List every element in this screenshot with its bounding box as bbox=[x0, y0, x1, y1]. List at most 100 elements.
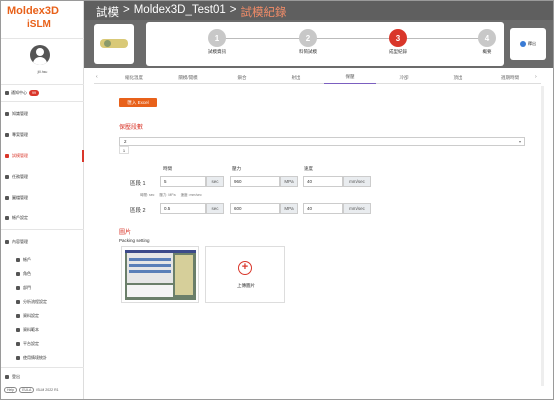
time-unit: sec bbox=[206, 176, 224, 187]
stage-2-time-input[interactable]: 0.5 bbox=[160, 203, 206, 214]
step-4-label: 概要 bbox=[482, 49, 492, 54]
help-button[interactable]: Help bbox=[4, 387, 18, 393]
sidebar-item-accounts[interactable]: 帳戶 bbox=[1, 254, 84, 266]
sidebar-item-label: 部門 bbox=[23, 285, 31, 290]
upload-image-button[interactable]: + 上傳圖片 bbox=[205, 246, 285, 303]
sidebar-item-data-settings[interactable]: 資料設定 bbox=[1, 310, 84, 322]
folder-icon bbox=[5, 133, 9, 137]
eula-button[interactable]: EULA bbox=[19, 387, 35, 393]
divider bbox=[1, 367, 84, 368]
sidebar-item-label: 平台設定 bbox=[23, 341, 39, 346]
images-title: 圖片 bbox=[119, 230, 132, 236]
stage-1-speed-input[interactable]: 40 bbox=[303, 176, 343, 187]
hint-pressure: 壓力: MPa bbox=[159, 193, 176, 197]
plus-circle-icon: + bbox=[238, 261, 252, 275]
sidebar-item-account-settings[interactable]: 帳戶設定 bbox=[1, 212, 84, 224]
sidebar-item-label: 分析流程設定 bbox=[23, 299, 47, 304]
stage-1-pressure-input[interactable]: 960 bbox=[230, 176, 280, 187]
tab-ejection[interactable]: 頂出 bbox=[432, 71, 484, 84]
step-4-circle[interactable]: 4 bbox=[478, 29, 496, 47]
step-3-circle[interactable]: 3 bbox=[389, 29, 407, 47]
sidebar-item-label: 任務管理 bbox=[12, 174, 28, 179]
stage-1-time-input[interactable]: 5 bbox=[160, 176, 206, 187]
sidebar-item-usage-stats[interactable]: 使用情境統計 bbox=[1, 352, 84, 364]
tab-bar: ‹ 縮化溫度 關模/開模 鎖合 射出 保壓 冷卻 頂出 週期時間 › bbox=[94, 71, 541, 84]
breadcrumb-trial[interactable]: 試模 bbox=[96, 4, 119, 20]
col-speed-header: 速度 bbox=[304, 166, 313, 171]
sidebar-item-workflow[interactable]: 分析流程設定 bbox=[1, 296, 84, 308]
sidebar-item-platform-settings[interactable]: 平台設定 bbox=[1, 338, 84, 350]
sidebar-item-trial-mold[interactable]: 試模管理 bbox=[1, 150, 84, 162]
content-scrollbar[interactable] bbox=[541, 86, 544, 386]
import-excel-button[interactable]: 匯入 Excel bbox=[119, 98, 157, 107]
tab-scroll-left-icon[interactable]: ‹ bbox=[96, 74, 98, 80]
checklist-icon bbox=[5, 175, 9, 179]
sidebar-item-projects[interactable]: 專案管理 bbox=[1, 129, 84, 141]
chart-icon bbox=[5, 196, 9, 200]
sidebar-item-label: 圖檔管理 bbox=[12, 195, 28, 200]
breadcrumb-current: 試模紀錄 bbox=[240, 7, 287, 19]
release-button[interactable]: 釋出 bbox=[510, 28, 546, 60]
brand-sublogo: iSLM bbox=[27, 19, 51, 30]
packing-stages-select[interactable]: 2 ▾ bbox=[119, 137, 525, 146]
hint-time: 時間: sec bbox=[140, 193, 155, 197]
user-name: jill.hsu bbox=[37, 70, 48, 74]
sidebar-item-label: 專案管理 bbox=[12, 132, 28, 137]
stage-1-label: 區段 1 bbox=[130, 181, 146, 187]
packing-setting-image[interactable] bbox=[121, 246, 199, 303]
sidebar-item-label: 角色 bbox=[23, 271, 31, 276]
sidebar-item-label: 資料範本 bbox=[23, 327, 39, 332]
pressure-unit: MPa bbox=[280, 176, 298, 187]
version-label: iSLM 2022 R1 bbox=[36, 388, 59, 392]
page-header: 試模 > Moldex3D_Test01 > 試模紀錄 bbox=[84, 1, 553, 20]
stepper-track bbox=[217, 38, 494, 39]
stage-2-speed-input[interactable]: 40 bbox=[303, 203, 343, 214]
divider bbox=[1, 229, 84, 230]
units-hint: 時間: sec 壓力: MPa 速度: mm/sec bbox=[140, 193, 202, 198]
stage-2-pressure-input[interactable]: 600 bbox=[230, 203, 280, 214]
speed-unit: mm/sec bbox=[343, 203, 371, 214]
logout-icon bbox=[5, 375, 9, 379]
sidebar-item-label: 知識管理 bbox=[12, 111, 28, 116]
sidebar-item-label: 內容管理 bbox=[12, 239, 28, 244]
col-time-header: 時間 bbox=[163, 166, 172, 171]
dropdown-option[interactable]: 1 bbox=[119, 146, 129, 154]
tab-packing[interactable]: 保壓 bbox=[324, 71, 376, 84]
sidebar-item-label: 試模管理 bbox=[12, 153, 28, 158]
tab-scroll-right-icon[interactable]: › bbox=[535, 74, 537, 80]
document-icon bbox=[16, 314, 20, 318]
sidebar-item-departments[interactable]: 部門 bbox=[1, 282, 84, 294]
screenshot-thumbnail bbox=[125, 250, 196, 300]
stage-2-label: 區段 2 bbox=[130, 208, 146, 214]
sidebar: Moldex3D iSLM jill.hsu 通知中心 99 知識管理 專案管理… bbox=[1, 1, 84, 399]
user-icon bbox=[16, 258, 20, 262]
tab-cycle-time[interactable]: 週期時間 bbox=[486, 71, 534, 84]
sidebar-item-logout[interactable]: 登出 bbox=[1, 371, 84, 383]
sidebar-item-drawings[interactable]: 圖檔管理 bbox=[1, 192, 84, 204]
sidebar-item-knowledge[interactable]: 知識管理 bbox=[1, 108, 84, 120]
avatar[interactable] bbox=[30, 45, 50, 65]
tab-clamp[interactable]: 鎖合 bbox=[216, 71, 268, 84]
divider bbox=[1, 101, 84, 102]
step-1-circle[interactable]: 1 bbox=[208, 29, 226, 47]
sidebar-footer: Help EULA iSLM 2022 R1 bbox=[4, 387, 59, 393]
tab-mold-open-close[interactable]: 關模/開模 bbox=[162, 71, 214, 84]
sidebar-item-roles[interactable]: 角色 bbox=[1, 268, 84, 280]
tab-cooling[interactable]: 冷卻 bbox=[378, 71, 430, 84]
sidebar-item-label: 資料設定 bbox=[23, 313, 39, 318]
step-2-circle[interactable]: 2 bbox=[299, 29, 317, 47]
sidebar-item-tasks[interactable]: 任務管理 bbox=[1, 171, 84, 183]
sidebar-item-data-templates[interactable]: 資料範本 bbox=[1, 324, 84, 336]
divider bbox=[1, 38, 84, 39]
user-icon bbox=[5, 216, 9, 220]
notification-center[interactable]: 通知中心 99 bbox=[5, 90, 39, 96]
sidebar-item-content[interactable]: 內容管理 bbox=[1, 236, 84, 248]
step-3-label: 成型紀錄 bbox=[389, 49, 407, 54]
flow-icon bbox=[16, 300, 20, 304]
breadcrumb-project[interactable]: Moldex3D_Test01 bbox=[134, 4, 226, 20]
pressure-unit: MPa bbox=[280, 203, 298, 214]
tab-barrel-temp[interactable]: 縮化溫度 bbox=[108, 71, 160, 84]
tab-injection[interactable]: 射出 bbox=[270, 71, 322, 84]
step-1-label: 試模資訊 bbox=[208, 49, 226, 54]
sidebar-item-label: 帳戶 bbox=[23, 257, 31, 262]
